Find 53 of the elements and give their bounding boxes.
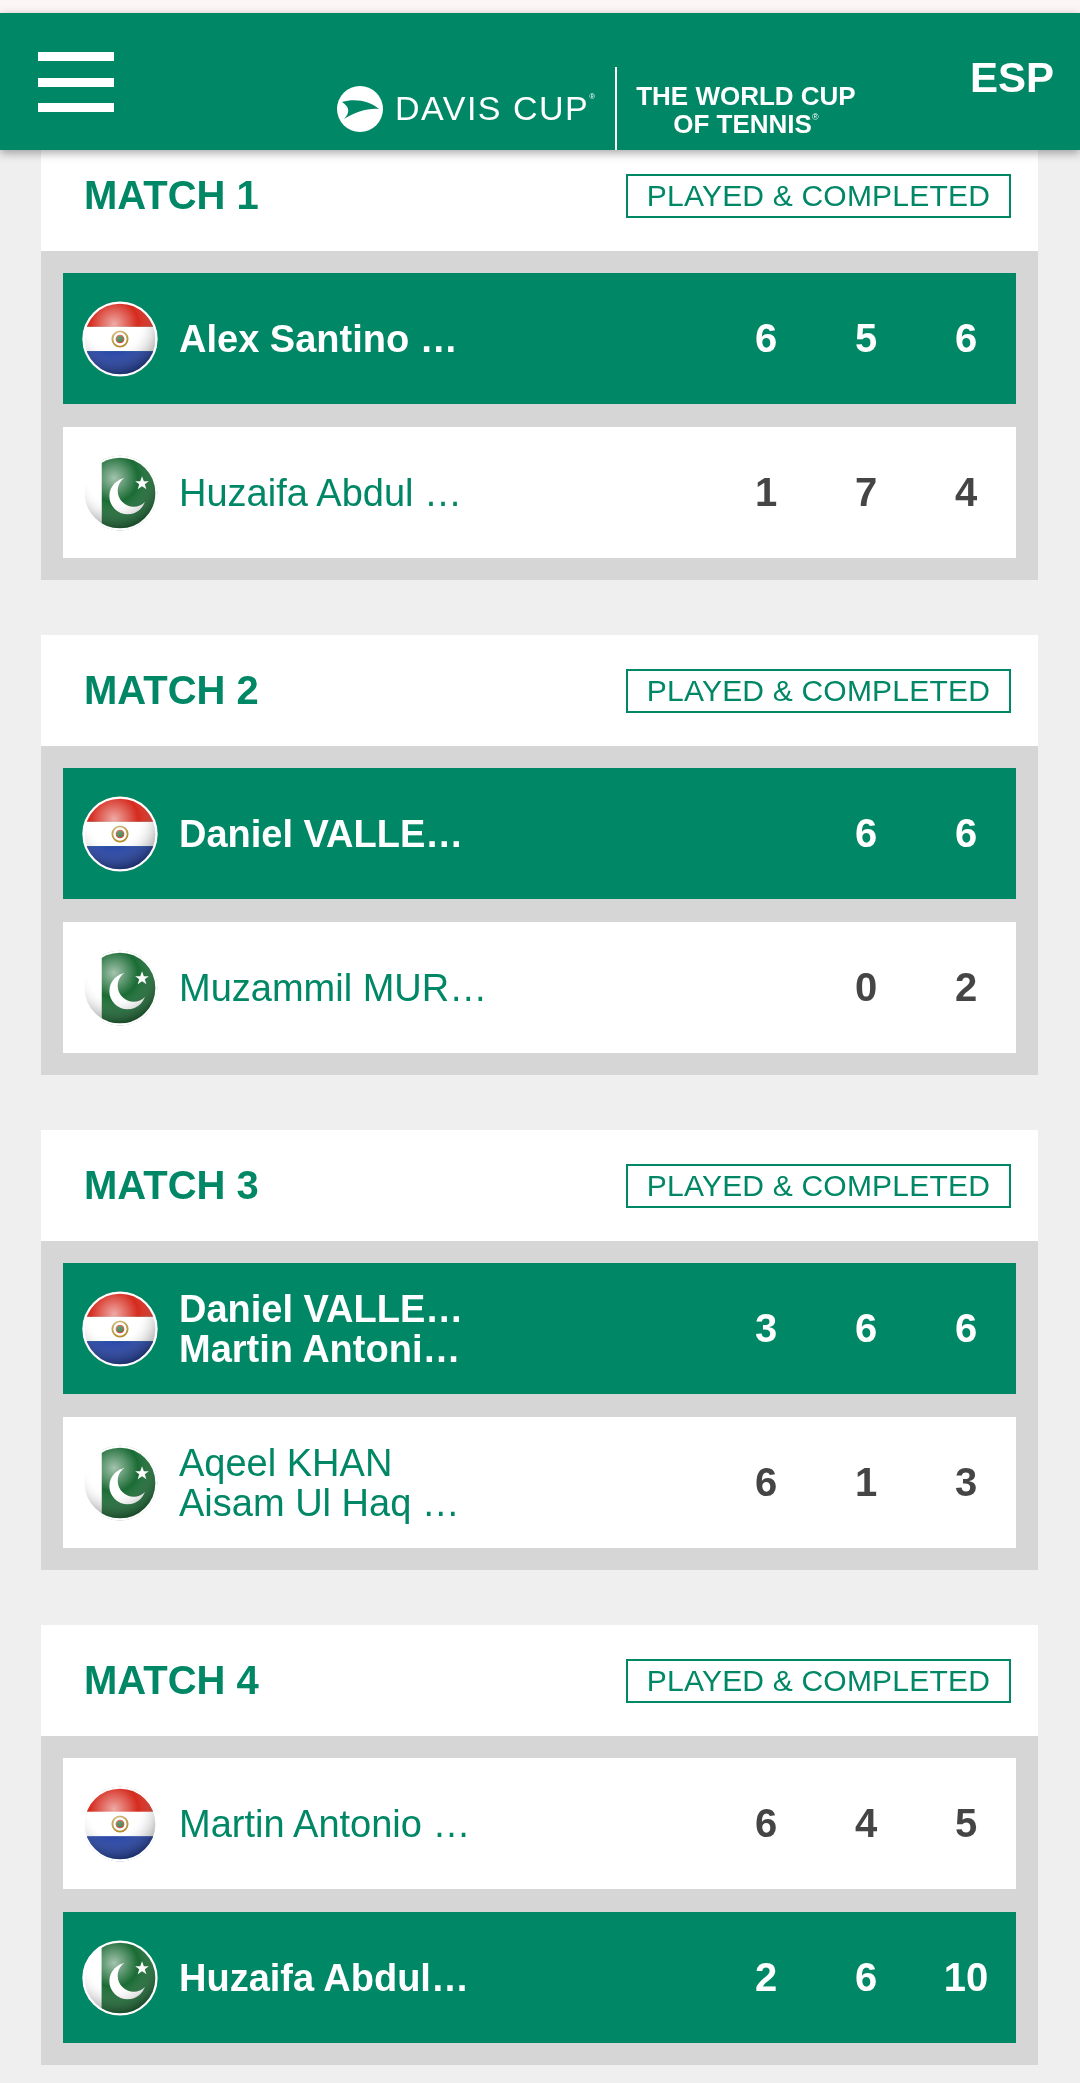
logo-tagline: OF TENNIS$^{®}$: [673, 110, 819, 138]
set-score: 6: [953, 1306, 979, 1351]
player-name: Daniel VALLE…: [179, 1288, 464, 1329]
flag-icon: [82, 795, 158, 872]
set-score: 6: [753, 1460, 779, 1505]
status-badge: PLAYED & COMPLETED: [625, 1163, 1011, 1208]
player-name: Muzammil MUR…: [179, 967, 488, 1008]
set-score: 10: [942, 1955, 990, 2000]
player-name: Huzaifa Abdul …: [179, 472, 463, 513]
player-name: Martin Antonio …: [179, 1803, 471, 1844]
match-title: MATCH 1: [84, 173, 259, 218]
set-score: 2: [753, 1955, 779, 2000]
match-title: MATCH 2: [84, 668, 259, 713]
set-score: 6: [853, 811, 879, 856]
set-score: 6: [753, 316, 779, 361]
logo-text: DAVIS CUP$^{®}$: [395, 91, 596, 125]
flag-icon: [82, 1785, 158, 1862]
menu-icon[interactable]: [38, 52, 114, 112]
logo-tagline: THE WORLD CUP: [636, 82, 856, 110]
status-badge: PLAYED & COMPLETED: [625, 173, 1011, 218]
set-score: 4: [953, 470, 979, 515]
player-name: Martin Antoni…: [179, 1328, 462, 1369]
player-name: Daniel VALLE…: [179, 813, 464, 854]
set-score: 6: [953, 316, 979, 361]
status-badge: PLAYED & COMPLETED: [625, 1658, 1011, 1703]
language-button[interactable]: ESP: [969, 57, 1054, 99]
set-score: 1: [753, 470, 779, 515]
match-title: MATCH 3: [84, 1163, 259, 1208]
match-title: MATCH 4: [84, 1658, 259, 1703]
set-score: 5: [953, 1801, 979, 1846]
flag-icon: [82, 1444, 158, 1521]
set-score: 4: [853, 1801, 879, 1846]
set-score: 3: [753, 1306, 779, 1351]
status-badge: PLAYED & COMPLETED: [625, 668, 1011, 713]
set-score: 7: [853, 470, 879, 515]
set-score: 5: [853, 316, 879, 361]
flag-icon: [82, 300, 158, 377]
flag-icon: [82, 1939, 158, 2016]
set-score: 0: [853, 965, 879, 1010]
set-score: 6: [853, 1955, 879, 2000]
set-score: 6: [753, 1801, 779, 1846]
set-score: 2: [953, 965, 979, 1010]
player-name: Aqeel KHAN: [179, 1442, 394, 1483]
set-score: 3: [953, 1460, 979, 1505]
player-name: Alex Santino …: [179, 318, 458, 359]
set-score: 6: [853, 1306, 879, 1351]
logo-icon: [337, 86, 383, 132]
flag-icon: [82, 1290, 158, 1367]
flag-icon: [82, 454, 158, 531]
set-score: 1: [853, 1460, 879, 1505]
player-name: Huzaifa Abdul…: [179, 1957, 469, 1998]
set-score: 6: [953, 811, 979, 856]
flag-icon: [82, 949, 158, 1026]
